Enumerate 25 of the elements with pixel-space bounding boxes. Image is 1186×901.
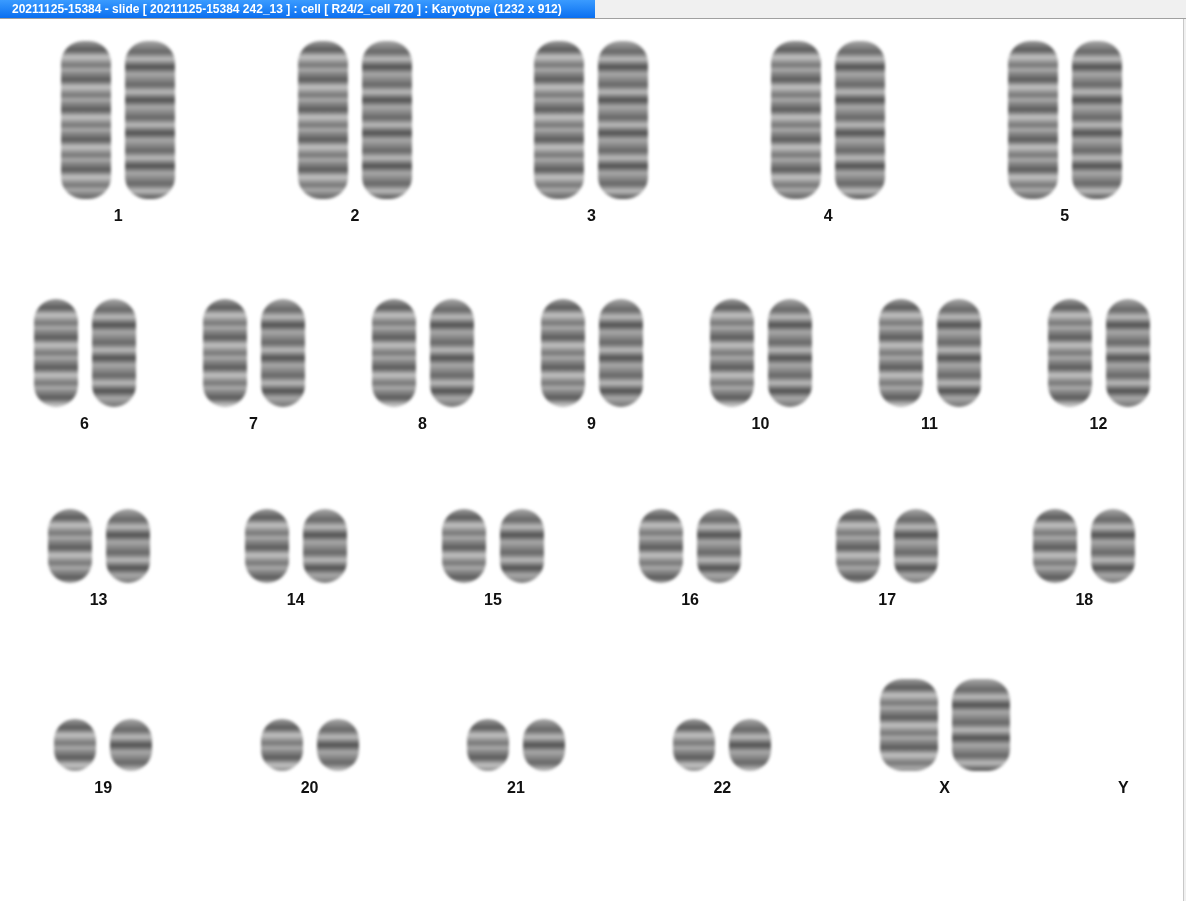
- chromosome-label: 2: [350, 207, 360, 225]
- chromosome-label: 7: [249, 415, 258, 433]
- chromosome-label: 15: [484, 591, 502, 609]
- chromosome-label: 1: [113, 207, 123, 225]
- chromosome-label: 3: [587, 207, 596, 225]
- chromosome-label: 13: [89, 591, 108, 609]
- chromosome-label: 6: [80, 415, 89, 433]
- chromosome-label: 14: [286, 591, 305, 609]
- chromosome-label: 8: [418, 415, 427, 433]
- chromosome-label: 21: [507, 779, 525, 797]
- chromosome-label: 22: [713, 779, 732, 797]
- chromosome-label: 19: [94, 779, 113, 797]
- chromosome-label: 18: [1075, 591, 1094, 609]
- chromosome-label: X: [939, 779, 950, 797]
- window-title[interactable]: 20211125-15384 - slide [ 20211125-15384 242_13 ] : cell [ R24/2_cell 720 ] : Karyotype (1232 x 912): [0, 0, 595, 18]
- chromosome-label: 17: [878, 591, 897, 609]
- chromosome-label: 5: [1060, 207, 1070, 225]
- chromosome-label: 4: [823, 207, 833, 225]
- chromosome-label: 11: [921, 415, 938, 433]
- chromosome-label: 20: [300, 779, 319, 797]
- chromosome-label: 10: [751, 415, 770, 433]
- chromosome-label: 12: [1089, 415, 1108, 433]
- chromosome-label: 16: [681, 591, 699, 609]
- chromosome-label: Y: [1118, 779, 1129, 797]
- chromosome-label: 9: [587, 415, 596, 433]
